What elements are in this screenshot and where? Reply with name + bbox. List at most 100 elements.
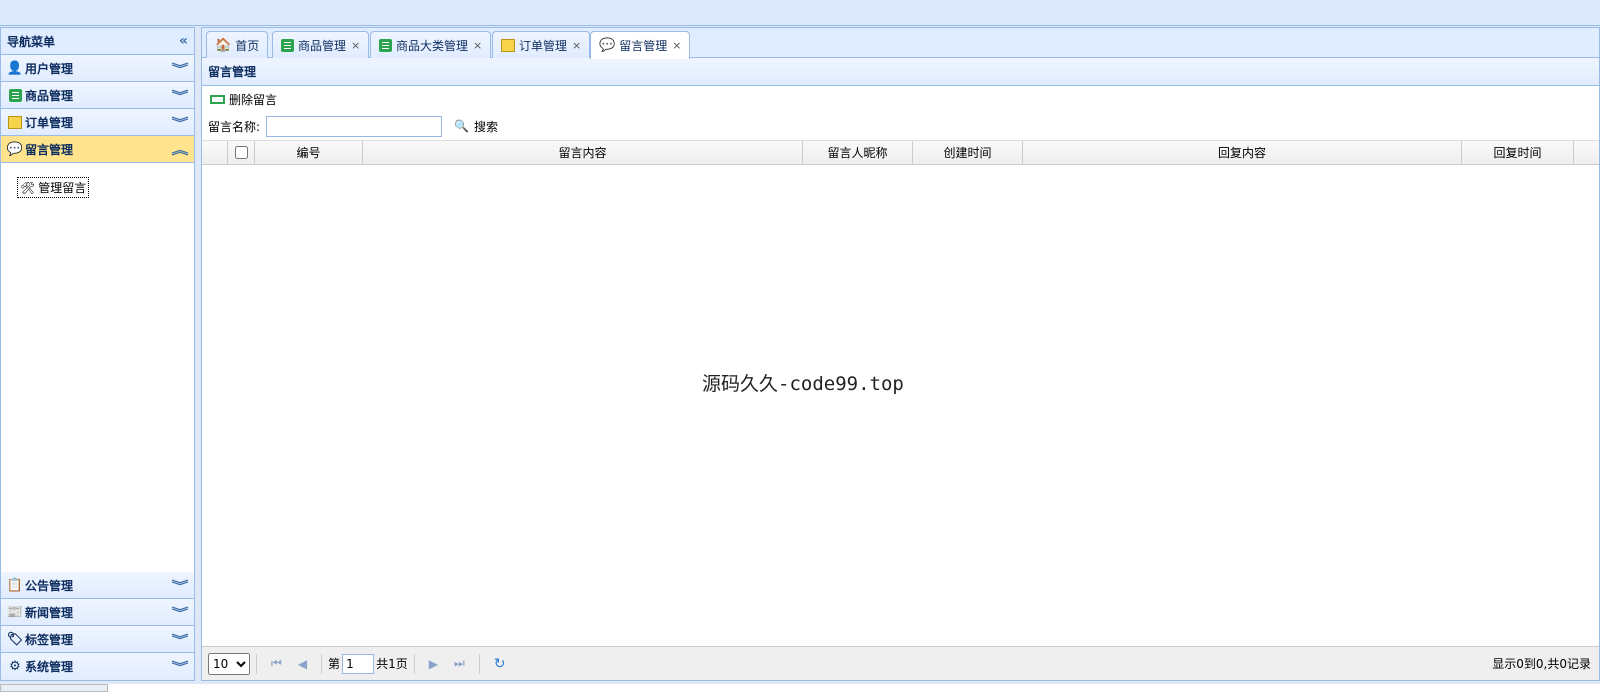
column-header-nickname[interactable]: 留言人昵称 — [803, 141, 913, 164]
last-page-icon[interactable]: ⏭ — [454, 656, 465, 671]
column-header-content[interactable]: 留言内容 — [363, 141, 803, 164]
magnifier-icon: 🔍 — [454, 119, 469, 133]
nav-section-news[interactable]: 📰 新闻管理 ︾ — [1, 599, 194, 626]
home-icon: 🏠 — [215, 37, 232, 53]
list-icon — [379, 38, 392, 52]
divider — [478, 653, 480, 674]
nav-section-body: 🛠 管理留言 — [1, 163, 194, 575]
tab-label: 留言管理 — [619, 39, 668, 53]
nav-title: 导航菜单 — [7, 34, 56, 49]
gear-icon: ⚙ — [9, 659, 21, 674]
watermark: 源码久久-code99.top — [702, 373, 904, 395]
tab-products[interactable]: 商品管理 × — [272, 31, 370, 58]
nav-section-label: 留言管理 — [25, 142, 74, 157]
delete-message-button[interactable]: 删除留言 — [210, 91, 277, 108]
grid-header: 编号 留言内容 留言人昵称 创建时间 回复内容 回复时间 — [202, 140, 1599, 165]
first-page-icon[interactable]: ⏮ — [271, 656, 282, 671]
column-header-reply-time[interactable]: 回复时间 — [1462, 141, 1574, 164]
next-page-icon[interactable]: ▶ — [429, 657, 438, 671]
footer-bar — [0, 684, 1600, 692]
delete-message-label: 删除留言 — [229, 92, 278, 107]
user-icon: 👤 — [6, 60, 24, 76]
nav-section-label: 系统管理 — [25, 660, 74, 674]
nav-section-label: 订单管理 — [25, 115, 74, 130]
nav-section-messages[interactable]: 💬 留言管理 ︽ — [1, 136, 194, 163]
tab-strip: 🏠 首页 商品管理 × 商品大类管理 × 订单管理 × 💬 留言管理 × — [202, 28, 1599, 59]
tag-icon: 🏷 — [6, 631, 24, 647]
top-banner — [0, 0, 1600, 26]
pagination-bar: 10 ⏮ ◀ 第 共1页 ▶ ⏭ ↻ 显示0到0,共0记录 — [202, 646, 1599, 680]
tab-product-categories[interactable]: 商品大类管理 × — [370, 31, 492, 58]
chevron-down-icon[interactable]: ︾ — [172, 60, 189, 77]
toolbar: 删除留言 — [202, 86, 1599, 112]
nav-panel: 导航菜单 « 👤 用户管理 ︾ 商品管理 ︾ 订单管理 ︾ 💬 留言管理 ︽ 🛠… — [0, 27, 195, 681]
footer-tab — [0, 684, 108, 692]
column-header-created[interactable]: 创建时间 — [913, 141, 1023, 164]
notice-icon: 📋 — [6, 577, 24, 593]
prev-page-icon[interactable]: ◀ — [298, 657, 307, 671]
search-button[interactable]: 🔍 搜索 — [454, 118, 498, 135]
close-icon[interactable]: × — [473, 39, 482, 52]
divider — [321, 653, 323, 674]
row-number-header — [202, 141, 228, 164]
nav-section-label: 用户管理 — [25, 61, 74, 76]
tools-icon: 🛠 — [20, 180, 36, 195]
nav-section-tags[interactable]: 🏷 标签管理 ︾ — [1, 626, 194, 653]
nav-section-label: 商品管理 — [25, 88, 74, 103]
close-icon[interactable]: × — [351, 39, 360, 52]
nav-link-manage-messages[interactable]: 🛠 管理留言 — [17, 177, 90, 198]
grid-body: 源码久久-code99.top — [202, 193, 1599, 633]
nav-section-orders[interactable]: 订单管理 ︾ — [1, 109, 194, 136]
order-icon — [7, 114, 23, 130]
nav-bottom-sections: 📋 公告管理 ︾ 📰 新闻管理 ︾ 🏷 标签管理 ︾ ⚙ 系统管理 ︾ — [1, 572, 194, 680]
nav-section-products[interactable]: 商品管理 ︾ — [1, 82, 194, 109]
main-panel: 🏠 首页 商品管理 × 商品大类管理 × 订单管理 × 💬 留言管理 × 留言管… — [201, 27, 1600, 681]
select-all-checkbox[interactable] — [234, 146, 248, 159]
chevron-down-icon[interactable]: ︾ — [172, 577, 189, 594]
column-header-id[interactable]: 编号 — [255, 141, 363, 164]
nav-section-label: 公告管理 — [25, 578, 74, 593]
list-icon — [281, 38, 294, 52]
speech-bubble-icon: 💬 — [6, 141, 24, 157]
search-input[interactable] — [266, 115, 443, 137]
select-all-cell — [228, 141, 255, 164]
search-label: 留言名称: — [208, 119, 261, 134]
tab-orders[interactable]: 订单管理 × — [492, 31, 591, 58]
tab-messages[interactable]: 💬 留言管理 × — [590, 31, 691, 59]
nav-section-notices[interactable]: 📋 公告管理 ︾ — [1, 572, 194, 599]
nav-section-label: 标签管理 — [25, 632, 74, 647]
chevron-down-icon[interactable]: ︾ — [172, 658, 189, 675]
nav-section-label: 新闻管理 — [25, 605, 74, 620]
pagination-info: 显示0到0,共0记录 — [1492, 657, 1591, 671]
chevron-up-icon[interactable]: ︽ — [172, 141, 189, 158]
nav-section-users[interactable]: 👤 用户管理 ︾ — [1, 55, 194, 82]
column-header-reply[interactable]: 回复内容 — [1023, 141, 1462, 164]
page-prefix: 第 — [328, 657, 341, 671]
nav-link-label: 管理留言 — [38, 181, 87, 195]
search-button-label: 搜索 — [474, 119, 499, 134]
close-icon[interactable]: × — [672, 39, 681, 52]
chevron-down-icon[interactable]: ︾ — [172, 604, 189, 621]
page-number-input[interactable] — [342, 653, 375, 674]
chevron-down-icon[interactable]: ︾ — [172, 114, 189, 131]
double-chevron-left-icon[interactable]: « — [179, 33, 188, 49]
search-bar: 留言名称: 🔍 搜索 — [202, 112, 1599, 140]
list-icon — [7, 87, 23, 103]
divider — [413, 653, 415, 674]
page-size-select[interactable]: 10 — [208, 652, 250, 675]
tab-home[interactable]: 🏠 首页 — [206, 31, 269, 58]
divider — [256, 653, 257, 674]
page-total: 共1页 — [376, 657, 408, 671]
tab-label: 商品大类管理 — [396, 38, 469, 53]
chevron-down-icon[interactable]: ︾ — [172, 87, 189, 104]
nav-title-bar: 导航菜单 « — [1, 28, 194, 55]
refresh-icon[interactable]: ↻ — [494, 656, 506, 672]
tab-label: 订单管理 — [519, 38, 568, 53]
nav-section-system[interactable]: ⚙ 系统管理 ︾ — [1, 653, 194, 680]
delete-icon — [210, 94, 225, 104]
order-icon — [501, 38, 515, 52]
tab-label: 商品管理 — [298, 38, 347, 53]
close-icon[interactable]: × — [572, 39, 581, 52]
panel-title: 留言管理 — [202, 58, 1599, 86]
chevron-down-icon[interactable]: ︾ — [172, 631, 189, 648]
